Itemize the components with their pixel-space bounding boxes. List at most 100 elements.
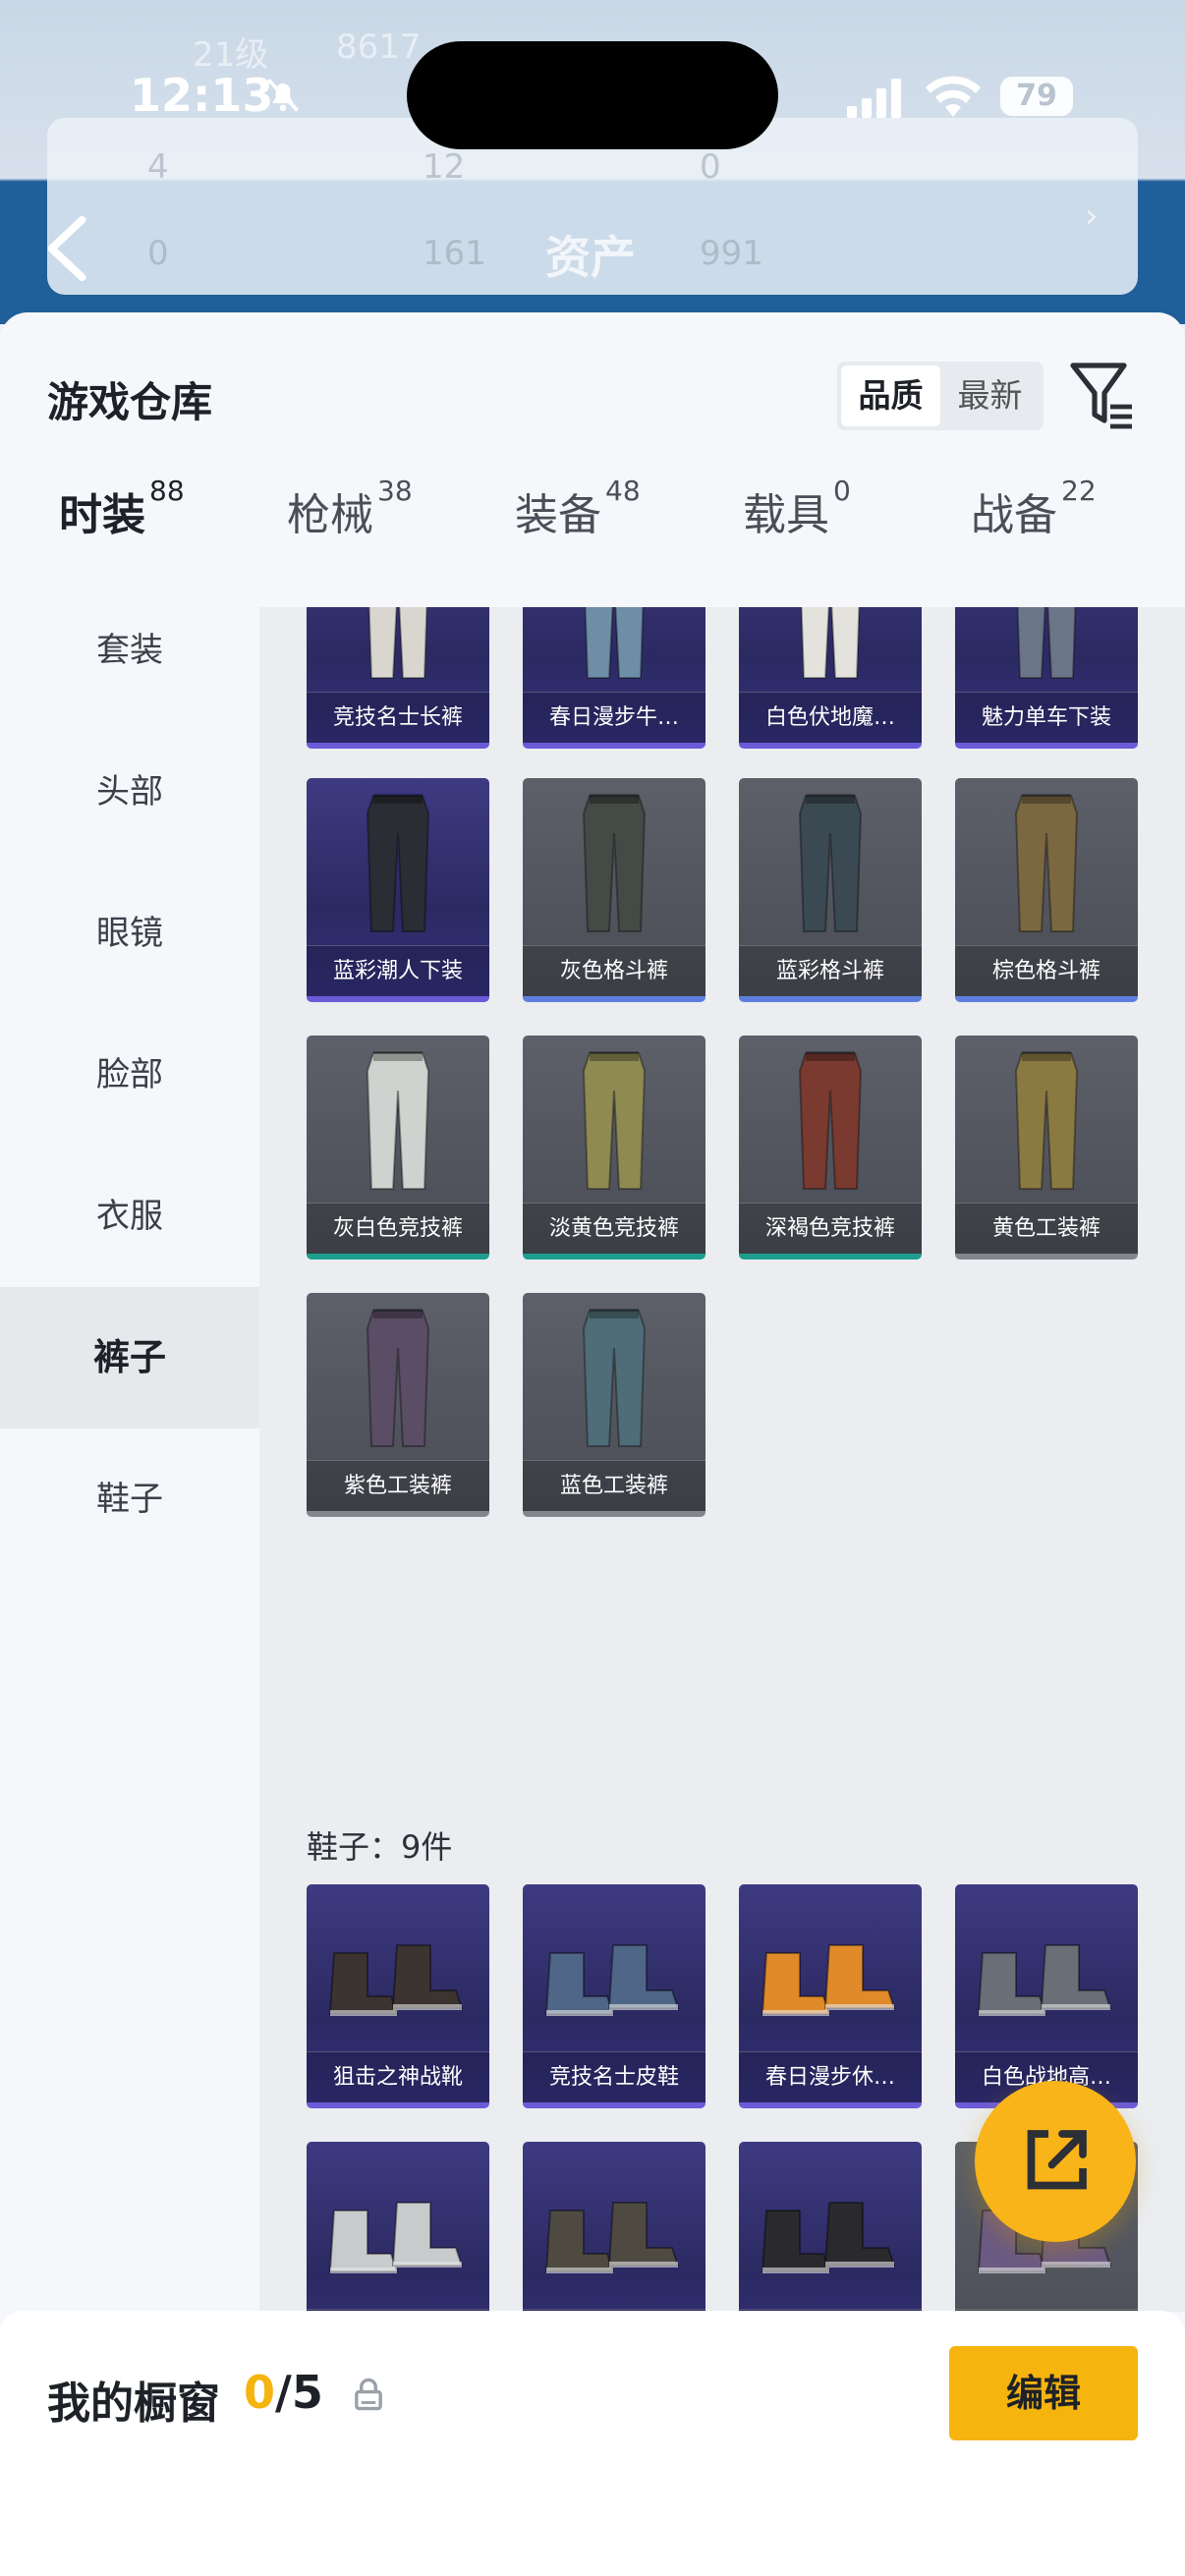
battery-indicator: 79 bbox=[1000, 77, 1073, 116]
tab-count: 0 bbox=[833, 475, 851, 508]
pants-item-card[interactable]: 魅力单车下装 bbox=[955, 607, 1138, 749]
shoe-thumbnail bbox=[328, 2202, 464, 2273]
showcase-current: 0 bbox=[244, 2366, 276, 2419]
item-name: 深褐色竞技裤 bbox=[739, 1203, 922, 1254]
shoe-thumbnail bbox=[761, 2202, 896, 2273]
tab-count: 48 bbox=[605, 475, 641, 508]
pants-item-card[interactable]: 深褐色竞技裤 bbox=[739, 1036, 922, 1260]
pants-thumbnail bbox=[366, 1051, 430, 1190]
pants-thumbnail bbox=[584, 607, 645, 679]
pants-item-card[interactable]: 淡黄色竞技裤 bbox=[523, 1036, 705, 1260]
lock-icon bbox=[355, 2378, 382, 2411]
showcase-count: 0/5 bbox=[244, 2366, 323, 2419]
pants-thumbnail bbox=[582, 1051, 647, 1190]
item-name: 狙击之神战靴 bbox=[307, 2051, 489, 2102]
item-name: 蓝彩格斗裤 bbox=[739, 945, 922, 996]
shoe-item-card[interactable]: 白色战地高… bbox=[955, 1884, 1138, 2108]
item-name: 白色伏地魔… bbox=[739, 692, 922, 743]
shoe-item-card[interactable]: 春日漫步休… bbox=[739, 1884, 922, 2108]
background-stat: 161 bbox=[423, 234, 486, 273]
wifi-icon bbox=[926, 76, 981, 117]
edit-button[interactable]: 编辑 bbox=[949, 2346, 1138, 2440]
showcase-total: /5 bbox=[275, 2366, 323, 2419]
pants-item-card[interactable]: 春日漫步牛… bbox=[523, 607, 705, 749]
warehouse-sheet: 游戏仓库 品质 最新 时装 88 枪械 38 装备 48 载具 0 战备 22 套装 头部… bbox=[0, 312, 1185, 2576]
subcategory-face[interactable]: 脸部 bbox=[0, 1004, 259, 1146]
subcategory-pants[interactable]: 裤子 bbox=[0, 1287, 259, 1428]
pants-item-card[interactable]: 灰色格斗裤 bbox=[523, 778, 705, 1002]
shoes-section-header: 鞋子：9件 bbox=[307, 1828, 453, 1866]
item-name: 灰白色竞技裤 bbox=[307, 1203, 489, 1254]
subcategory-rail: 套装 头部 眼镜 脸部 衣服 裤子 鞋子 bbox=[0, 607, 259, 2312]
sort-newest-option[interactable]: 最新 bbox=[940, 365, 1040, 426]
shoe-item-card[interactable]: 竞技名士皮鞋 bbox=[523, 1884, 705, 2108]
showcase-bar: 我的橱窗 0/5 编辑 bbox=[0, 2311, 1185, 2576]
tab-label: 枪械 bbox=[287, 490, 373, 540]
item-name: 棕色格斗裤 bbox=[955, 945, 1138, 996]
item-name: 蓝色工装裤 bbox=[523, 1460, 705, 1511]
pants-item-card[interactable]: 竞技名士长裤 bbox=[307, 607, 489, 749]
tab-count: 88 bbox=[149, 475, 185, 508]
subcategory-glasses[interactable]: 眼镜 bbox=[0, 863, 259, 1004]
tab-vehicles[interactable]: 载具 0 bbox=[743, 475, 851, 607]
pants-thumbnail bbox=[582, 794, 647, 932]
tab-label: 装备 bbox=[515, 490, 601, 540]
back-arrow-icon[interactable] bbox=[43, 214, 90, 283]
pants-item-card[interactable]: 黄色工装裤 bbox=[955, 1036, 1138, 1260]
pants-thumbnail bbox=[800, 607, 861, 679]
subcategory-suit[interactable]: 套装 bbox=[0, 580, 259, 721]
shoe-thumbnail bbox=[761, 1944, 896, 2016]
pants-thumbnail bbox=[798, 794, 863, 932]
item-name: 紫色工装裤 bbox=[307, 1460, 489, 1511]
background-stat: 991 bbox=[700, 234, 763, 273]
pants-item-card[interactable]: 白色伏地魔… bbox=[739, 607, 922, 749]
pants-item-card[interactable]: 灰白色竞技裤 bbox=[307, 1036, 489, 1260]
share-button[interactable] bbox=[975, 2081, 1136, 2242]
pants-item-card[interactable]: 蓝色工装裤 bbox=[523, 1293, 705, 1517]
item-name: 竞技名士皮鞋 bbox=[523, 2051, 705, 2102]
subcategory-clothes[interactable]: 衣服 bbox=[0, 1146, 259, 1287]
tab-count: 38 bbox=[377, 475, 413, 508]
item-grid: 鞋子：9件 竞技名士长裤 春日漫步牛… 白色伏地魔… 魅力单车下装蓝彩潮人下装 灰色格斗… bbox=[259, 607, 1185, 2312]
dynamic-island bbox=[407, 41, 778, 149]
tab-label: 时装 bbox=[59, 490, 145, 540]
shoe-thumbnail bbox=[977, 1944, 1112, 2016]
screen: 21级 8617 4 12 0 0 161 991 资产 › 12:13 79 … bbox=[0, 0, 1185, 2576]
tab-guns[interactable]: 枪械 38 bbox=[287, 475, 413, 607]
tab-label: 战备 bbox=[971, 490, 1057, 540]
tab-gear[interactable]: 装备 48 bbox=[515, 475, 641, 607]
status-time: 12:13 bbox=[130, 69, 274, 122]
pants-item-card[interactable]: 紫色工装裤 bbox=[307, 1293, 489, 1517]
sort-quality-option[interactable]: 品质 bbox=[841, 365, 940, 426]
bell-muted-icon bbox=[266, 79, 300, 112]
tab-label: 载具 bbox=[743, 490, 829, 540]
shoe-thumbnail bbox=[544, 2202, 680, 2273]
background-title: 资产 bbox=[545, 231, 636, 284]
item-name: 黄色工装裤 bbox=[955, 1203, 1138, 1254]
pants-thumbnail bbox=[1014, 794, 1079, 932]
subcategory-head[interactable]: 头部 bbox=[0, 721, 259, 863]
item-name: 淡黄色竞技裤 bbox=[523, 1203, 705, 1254]
pants-thumbnail bbox=[366, 1309, 430, 1447]
tab-supplies[interactable]: 战备 22 bbox=[971, 475, 1097, 607]
sort-toggle: 品质 最新 bbox=[837, 362, 1044, 430]
shoe-item-card[interactable]: 白色伏地魔… bbox=[307, 2142, 489, 2312]
chevron-right-icon: › bbox=[1085, 196, 1099, 236]
item-name: 春日漫步休… bbox=[739, 2051, 922, 2102]
shoe-item-card[interactable]: 蓝彩潮人鞋子 bbox=[739, 2142, 922, 2312]
pants-item-card[interactable]: 蓝彩格斗裤 bbox=[739, 778, 922, 1002]
background-stat: 0 bbox=[700, 147, 721, 187]
pants-item-card[interactable]: 蓝彩潮人下装 bbox=[307, 778, 489, 1002]
sheet-title: 游戏仓库 bbox=[47, 378, 213, 426]
background-stat: 12 bbox=[423, 147, 466, 187]
pants-item-card[interactable]: 棕色格斗裤 bbox=[955, 778, 1138, 1002]
item-name: 竞技名士长裤 bbox=[307, 692, 489, 743]
pants-thumbnail bbox=[798, 1051, 863, 1190]
shoe-item-card[interactable]: 狙击之神战靴 bbox=[307, 1884, 489, 2108]
item-name: 灰色格斗裤 bbox=[523, 945, 705, 996]
filter-icon[interactable] bbox=[1069, 360, 1134, 430]
shoe-item-card[interactable]: 魅力单车鞋子 bbox=[523, 2142, 705, 2312]
subcategory-shoes[interactable]: 鞋子 bbox=[0, 1428, 259, 1570]
pants-thumbnail bbox=[1014, 1051, 1079, 1190]
shoe-thumbnail bbox=[328, 1944, 464, 2016]
